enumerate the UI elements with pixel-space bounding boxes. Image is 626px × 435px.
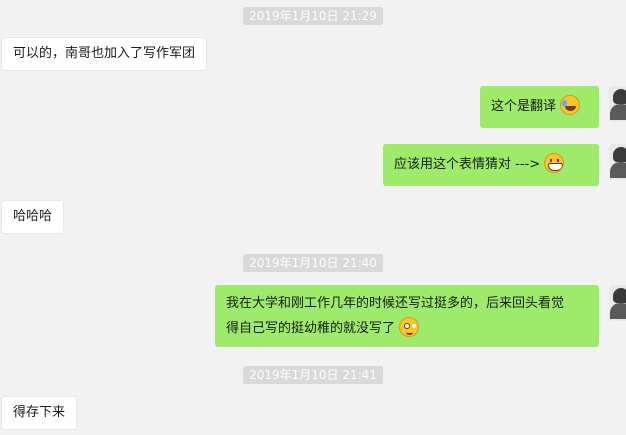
message-text: 应该用这个表情猜对 ---> <box>394 157 541 172</box>
message-text: 可以的，南哥也加入了写作军团 <box>13 46 196 61</box>
grin-emoji-icon <box>544 153 565 173</box>
message-bubble-received[interactable]: 得存下来 <box>1 396 78 430</box>
awkward-emoji-icon <box>399 317 420 337</box>
user-avatar[interactable] <box>609 285 626 321</box>
laugh-cry-emoji-icon <box>560 95 581 115</box>
message-bubble-sent[interactable]: 应该用这个表情猜对 ---> <box>383 144 599 186</box>
message-bubble-received[interactable]: 哈哈哈 <box>1 200 65 234</box>
message-text: 得存下来 <box>13 405 66 420</box>
user-avatar[interactable] <box>609 86 626 122</box>
message-bubble-received[interactable]: 可以的，南哥也加入了写作军团 <box>1 37 208 71</box>
message-bubble-sent[interactable]: 我在大学和刚工作几年的时候还写过挺多的，后来回头看觉 得自己写的挺幼稚的就没写了 <box>215 285 599 347</box>
timestamp: 2019年1月10日 21:40 <box>243 254 383 272</box>
message-text-line: 我在大学和刚工作几年的时候还写过挺多的，后来回头看觉 <box>226 296 565 311</box>
message-bubble-sent[interactable]: 这个是翻译 <box>480 86 599 128</box>
user-avatar[interactable] <box>609 144 626 180</box>
message-text: 哈哈哈 <box>13 209 53 224</box>
message-text: 这个是翻译 <box>491 99 557 114</box>
timestamp: 2019年1月10日 21:29 <box>243 7 383 25</box>
timestamp: 2019年1月10日 21:41 <box>243 366 383 384</box>
message-text-line: 得自己写的挺幼稚的就没写了 <box>226 321 396 336</box>
